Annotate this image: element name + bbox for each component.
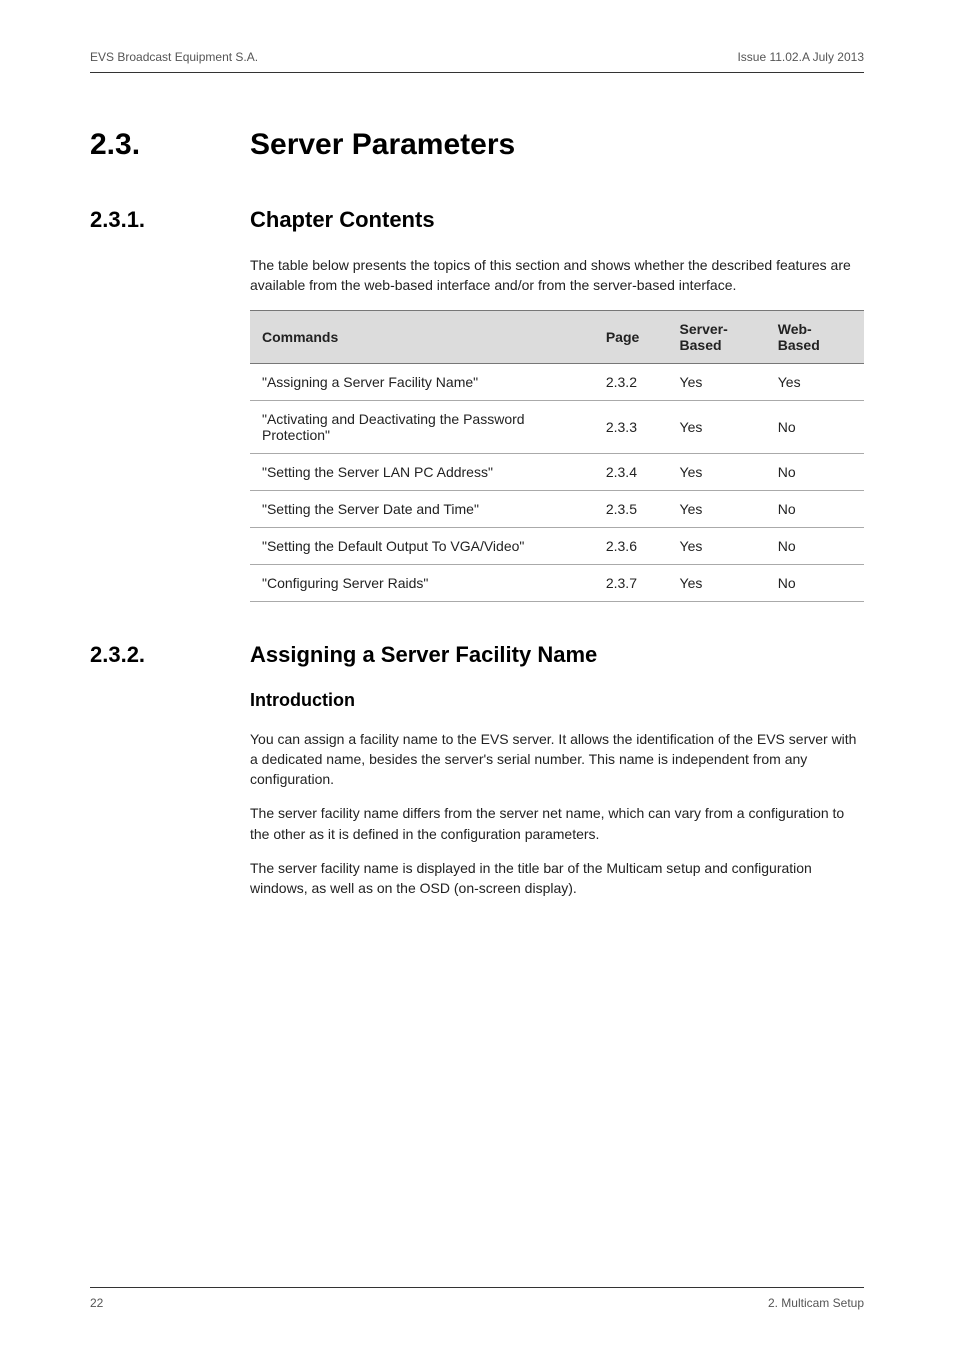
page-number: 22	[90, 1296, 103, 1310]
subsection-title: Chapter Contents	[250, 207, 435, 233]
table-row: "Activating and Deactivating the Passwor…	[250, 400, 864, 453]
commands-table: Commands Page Server-Based Web-Based "As…	[250, 310, 864, 602]
header-left: EVS Broadcast Equipment S.A.	[90, 50, 258, 64]
subsection-title: Assigning a Server Facility Name	[250, 642, 597, 668]
cell-command: "Setting the Default Output To VGA/Video…	[250, 527, 594, 564]
header-right: Issue 11.02.A July 2013	[737, 50, 864, 64]
cell-server: Yes	[668, 363, 766, 400]
cell-page: 2.3.4	[594, 453, 668, 490]
section-heading-2-3: 2.3. Server Parameters	[90, 128, 864, 162]
cell-command: "Assigning a Server Facility Name"	[250, 363, 594, 400]
cell-server: Yes	[668, 490, 766, 527]
cell-web: No	[766, 564, 864, 601]
page-footer: 22 2. Multicam Setup	[90, 1287, 864, 1310]
cell-page: 2.3.3	[594, 400, 668, 453]
col-page: Page	[594, 310, 668, 363]
table-row: "Configuring Server Raids" 2.3.7 Yes No	[250, 564, 864, 601]
body-paragraph: You can assign a facility name to the EV…	[250, 729, 864, 790]
cell-command: "Configuring Server Raids"	[250, 564, 594, 601]
table-header-row: Commands Page Server-Based Web-Based	[250, 310, 864, 363]
intro-paragraph: The table below presents the topics of t…	[250, 255, 864, 296]
table-row: "Setting the Server Date and Time" 2.3.5…	[250, 490, 864, 527]
cell-command: "Setting the Server Date and Time"	[250, 490, 594, 527]
subsection-number: 2.3.1.	[90, 207, 200, 233]
table-row: "Setting the Default Output To VGA/Video…	[250, 527, 864, 564]
cell-web: No	[766, 453, 864, 490]
cell-web: Yes	[766, 363, 864, 400]
cell-command: "Activating and Deactivating the Passwor…	[250, 400, 594, 453]
col-commands: Commands	[250, 310, 594, 363]
col-server-based: Server-Based	[668, 310, 766, 363]
cell-web: No	[766, 400, 864, 453]
cell-command: "Setting the Server LAN PC Address"	[250, 453, 594, 490]
subsection-heading-2-3-1: 2.3.1. Chapter Contents	[90, 207, 864, 233]
page-header: EVS Broadcast Equipment S.A. Issue 11.02…	[90, 50, 864, 73]
cell-web: No	[766, 490, 864, 527]
cell-server: Yes	[668, 400, 766, 453]
cell-server: Yes	[668, 453, 766, 490]
cell-server: Yes	[668, 527, 766, 564]
introduction-heading: Introduction	[250, 690, 864, 711]
body-paragraph: The server facility name is displayed in…	[250, 858, 864, 899]
body-paragraph: The server facility name differs from th…	[250, 803, 864, 844]
section-number: 2.3.	[90, 128, 200, 162]
section-title: Server Parameters	[250, 128, 515, 162]
cell-server: Yes	[668, 564, 766, 601]
cell-page: 2.3.7	[594, 564, 668, 601]
cell-page: 2.3.6	[594, 527, 668, 564]
subsection-heading-2-3-2: 2.3.2. Assigning a Server Facility Name	[90, 642, 864, 668]
table-row: "Assigning a Server Facility Name" 2.3.2…	[250, 363, 864, 400]
col-web-based: Web-Based	[766, 310, 864, 363]
footer-chapter: 2. Multicam Setup	[768, 1296, 864, 1310]
cell-page: 2.3.2	[594, 363, 668, 400]
table-row: "Setting the Server LAN PC Address" 2.3.…	[250, 453, 864, 490]
cell-page: 2.3.5	[594, 490, 668, 527]
cell-web: No	[766, 527, 864, 564]
subsection-number: 2.3.2.	[90, 642, 200, 668]
